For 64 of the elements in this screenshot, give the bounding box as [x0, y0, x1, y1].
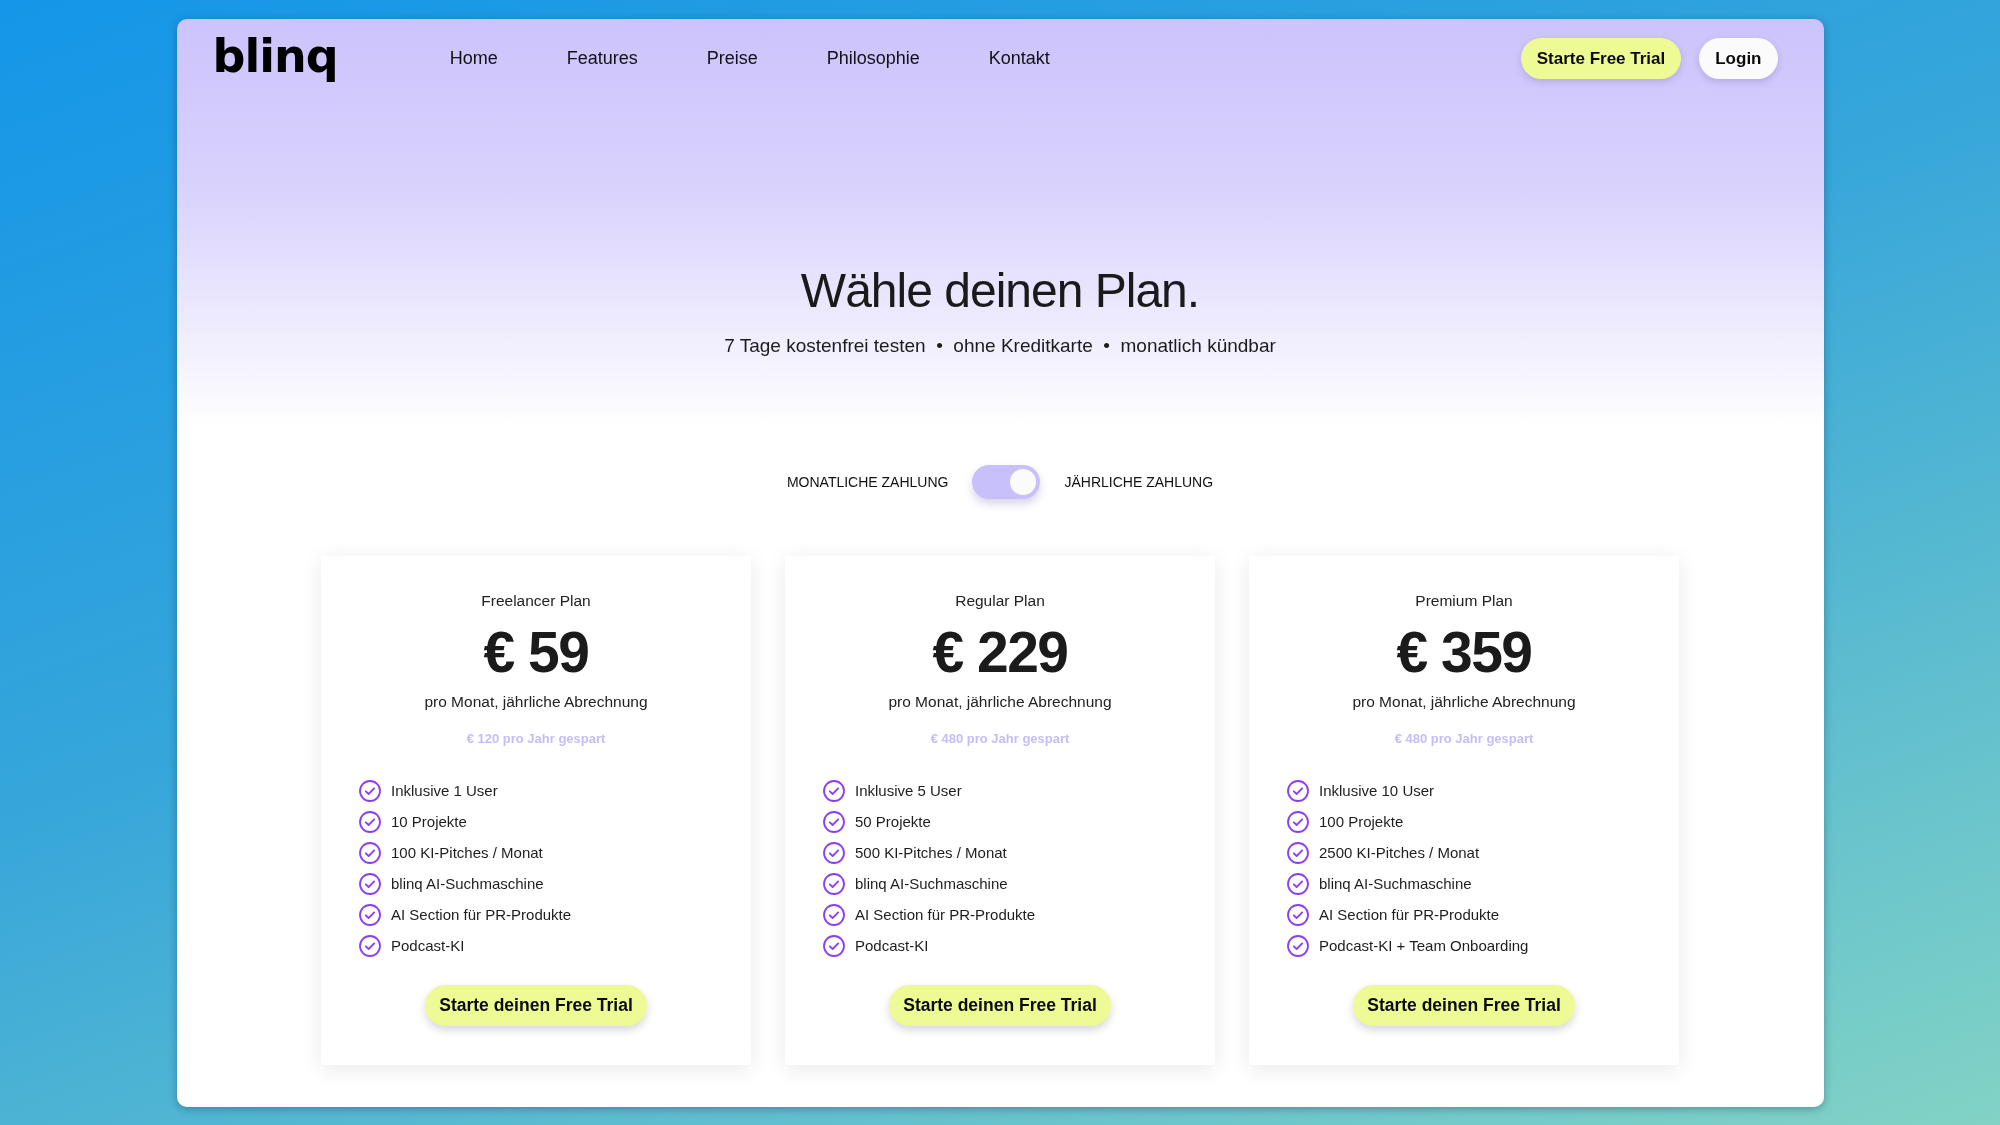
yearly-billing-label: JÄHRLICHE ZAHLUNG — [1064, 474, 1214, 490]
free-trial-button[interactable]: Starte Free Trial — [1520, 38, 1682, 79]
check-circle-icon — [1287, 779, 1309, 802]
feature-text: blinq AI-Suchmaschine — [855, 875, 1008, 892]
check-circle-icon — [823, 903, 845, 926]
plan-price: € 229 — [932, 620, 1068, 684]
savings-note: € 480 pro Jahr gespart — [1394, 731, 1534, 747]
feature-text: 100 KI-Pitches / Monat — [391, 844, 543, 861]
check-circle-icon — [1287, 872, 1309, 895]
savings-note: € 480 pro Jahr gespart — [930, 731, 1070, 747]
check-circle-icon — [359, 841, 381, 864]
check-circle-icon — [823, 779, 845, 802]
check-circle-icon — [1287, 934, 1309, 957]
hero-subtitle: 7 Tage kostenfrei testen • ohne Kreditkarte • monatlich kündbar — [724, 334, 1276, 358]
feature-text: 100 Projekte — [1319, 813, 1404, 830]
check-circle-icon — [823, 841, 845, 864]
nav-link[interactable]: Home — [449, 48, 498, 69]
feature-text: blinq AI-Suchmaschine — [391, 875, 544, 892]
nav-link[interactable]: Features — [566, 48, 638, 69]
check-circle-icon — [823, 934, 845, 957]
start-trial-button[interactable]: Starte deinen Free Trial — [889, 985, 1111, 1026]
savings-note: € 120 pro Jahr gespart — [466, 731, 606, 747]
nav-link[interactable]: Preise — [706, 48, 758, 69]
feature-text: AI Section für PR-Produkte — [1319, 906, 1500, 923]
start-trial-button[interactable]: Starte deinen Free Trial — [425, 985, 647, 1026]
nav-link[interactable]: Philosophie — [826, 48, 920, 69]
check-circle-icon — [359, 934, 381, 957]
feature-text: 50 Projekte — [855, 813, 931, 830]
feature-text: Podcast-KI — [391, 937, 465, 954]
plan-price: € 359 — [1396, 620, 1532, 684]
feature-text: Podcast-KI — [855, 937, 929, 954]
billing-note: pro Monat, jährliche Abrechnung — [424, 692, 648, 712]
check-circle-icon — [1287, 810, 1309, 833]
feature-text: Inklusive 10 User — [1319, 782, 1435, 799]
feature-text: 500 KI-Pitches / Monat — [855, 844, 1007, 861]
plan-name: Freelancer Plan — [481, 591, 591, 611]
feature-text: Podcast-KI + Team Onboarding — [1319, 937, 1529, 954]
plan-price: € 59 — [483, 620, 589, 684]
feature-text: 2500 KI-Pitches / Monat — [1319, 844, 1480, 861]
feature-text: AI Section für PR-Produkte — [855, 906, 1036, 923]
monthly-billing-label: MONATLICHE ZAHLUNG — [786, 474, 949, 490]
plan-name: Premium Plan — [1415, 591, 1513, 611]
billing-note: pro Monat, jährliche Abrechnung — [888, 692, 1112, 712]
feature-text: Inklusive 5 User — [855, 782, 962, 799]
login-button[interactable]: Login — [1699, 38, 1778, 79]
feature-text: Inklusive 1 User — [391, 782, 498, 799]
plan-name: Regular Plan — [955, 591, 1045, 611]
brand-logo[interactable]: blinq — [212, 36, 338, 81]
check-circle-icon — [359, 903, 381, 926]
feature-text: 10 Projekte — [391, 813, 467, 830]
billing-note: pro Monat, jährliche Abrechnung — [1352, 692, 1576, 712]
check-circle-icon — [359, 810, 381, 833]
nav-link[interactable]: Kontakt — [988, 48, 1050, 69]
check-circle-icon — [823, 810, 845, 833]
page-heading: Wähle deinen Plan. — [800, 263, 1200, 319]
check-circle-icon — [359, 779, 381, 802]
feature-text: blinq AI-Suchmaschine — [1319, 875, 1472, 892]
feature-text: AI Section für PR-Produkte — [391, 906, 572, 923]
check-circle-icon — [1287, 903, 1309, 926]
check-circle-icon — [1287, 841, 1309, 864]
billing-switch[interactable] — [972, 465, 1041, 499]
check-circle-icon — [359, 872, 381, 895]
check-circle-icon — [823, 872, 845, 895]
start-trial-button[interactable]: Starte deinen Free Trial — [1353, 985, 1575, 1026]
